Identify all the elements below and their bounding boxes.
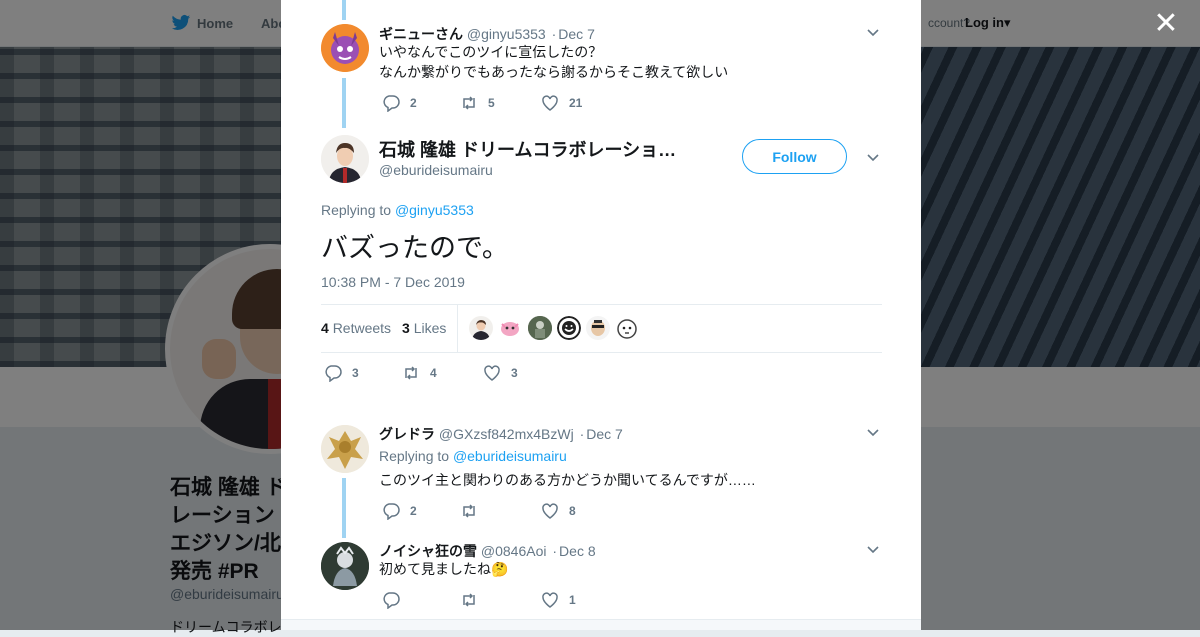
avatar[interactable] <box>321 135 369 183</box>
like-count: 21 <box>569 96 583 110</box>
retweet-count: 4 <box>430 366 437 380</box>
tweet-stats: 4 Retweets 3 Likes <box>321 304 882 353</box>
retweets-stat-label: Retweets <box>332 320 392 336</box>
reply-icon <box>383 503 400 520</box>
main-tweet-author-handle[interactable]: @eburideisumairu <box>379 162 493 178</box>
chevron-down-icon[interactable] <box>866 543 880 557</box>
tweet-text-line: なんか繋がりでもあったなら謝るからそこ教えて欲しい <box>379 64 729 80</box>
tweet-text: 初めて見ましたね🤔 <box>379 561 509 577</box>
like-icon <box>542 503 558 519</box>
like-button[interactable]: 8 <box>541 502 576 520</box>
likes-stat-count: 3 <box>402 320 410 336</box>
thread-line <box>342 78 346 128</box>
avatar[interactable] <box>321 425 369 473</box>
retweet-icon <box>463 504 475 518</box>
author-name: ギニューさん <box>379 26 463 42</box>
chevron-down-icon[interactable] <box>866 426 880 440</box>
like-button[interactable]: 21 <box>541 94 582 112</box>
retweet-count: 5 <box>488 96 495 110</box>
retweet-icon <box>405 366 417 380</box>
chevron-down-icon[interactable] <box>866 151 880 165</box>
reply-count: 2 <box>410 504 417 518</box>
author-handle: @GXzsf842mx4BzWj <box>438 426 574 442</box>
tweet-text-line: いやなんでこのツイに宣伝したの？ <box>379 44 603 60</box>
reply-button[interactable]: 2 <box>382 94 417 112</box>
reply-button[interactable] <box>382 591 410 609</box>
retweet-button[interactable] <box>460 502 488 520</box>
thread-line <box>342 478 346 538</box>
tweet-author[interactable]: グレドラ @GXzsf842mx4BzWj · Dec 7 <box>379 424 623 444</box>
retweet-button[interactable]: 4 <box>402 364 437 382</box>
modal-footer-strip <box>281 619 921 630</box>
retweet-icon <box>463 593 475 607</box>
tweet-date[interactable]: Dec 7 <box>586 426 623 442</box>
tweet-text: このツイ主と関わりのある方かどうか聞いてるんですが…… <box>379 472 756 488</box>
liker-avatar[interactable] <box>557 316 581 340</box>
like-icon <box>484 365 500 381</box>
reply-count: 3 <box>352 366 359 380</box>
close-icon[interactable]: ✕ <box>1153 9 1179 39</box>
liker-avatar[interactable] <box>615 316 639 340</box>
author-handle: @ginyu5353 <box>466 26 546 42</box>
replying-to-link[interactable]: @eburideisumairu <box>453 448 567 464</box>
replying-to: Replying to @eburideisumairu <box>379 446 567 466</box>
liker-avatar[interactable] <box>469 316 493 340</box>
like-count: 8 <box>569 504 576 518</box>
stats-divider <box>457 305 458 352</box>
thread-line <box>342 0 346 20</box>
chevron-down-icon[interactable] <box>866 26 880 40</box>
tweet-date[interactable]: Dec 8 <box>559 543 596 559</box>
replying-to-prefix: Replying to <box>379 448 453 464</box>
avatar[interactable] <box>321 542 369 590</box>
liker-avatar[interactable] <box>498 316 522 340</box>
reply-button[interactable]: 3 <box>324 364 359 382</box>
main-tweet-author-name[interactable]: 石城 隆雄 ドリームコラボレーショ… <box>379 136 676 162</box>
avatar[interactable] <box>321 24 369 72</box>
retweet-button[interactable] <box>460 591 488 609</box>
replying-to-link[interactable]: @ginyu5353 <box>395 202 474 218</box>
like-count: 1 <box>569 593 576 607</box>
replying-to-prefix: Replying to <box>321 202 395 218</box>
retweets-stat[interactable]: 4 Retweets <box>321 320 391 336</box>
liker-avatar[interactable] <box>586 316 610 340</box>
likes-stat[interactable]: 3 Likes <box>402 320 446 336</box>
reply-button[interactable]: 2 <box>382 502 417 520</box>
like-button[interactable]: 1 <box>541 591 576 609</box>
like-count: 3 <box>511 366 518 380</box>
tweet-author[interactable]: ノイシャ狂の雪 @0846Aoi · Dec 8 <box>379 541 596 561</box>
author-handle: @0846Aoi <box>480 543 547 559</box>
like-icon <box>542 95 558 111</box>
likes-stat-label: Likes <box>413 320 447 336</box>
reply-icon <box>383 95 400 112</box>
like-icon <box>542 592 558 608</box>
tweet-modal: ギニューさん @ginyu5353 · Dec 7 いやなんでこのツイに宣伝したの… <box>281 0 921 630</box>
retweet-button[interactable]: 5 <box>460 94 495 112</box>
retweet-icon <box>463 96 475 110</box>
reply-count: 2 <box>410 96 417 110</box>
retweets-stat-count: 4 <box>321 320 329 336</box>
like-button[interactable]: 3 <box>483 364 518 382</box>
main-tweet-text: バズったので。 <box>321 233 509 263</box>
reply-icon <box>325 365 342 382</box>
tweet-author[interactable]: ギニューさん @ginyu5353 · Dec 7 <box>379 24 595 44</box>
liker-avatar[interactable] <box>528 316 552 340</box>
reply-icon <box>383 592 400 609</box>
main-tweet-timestamp[interactable]: 10:38 PM - 7 Dec 2019 <box>321 274 465 290</box>
tweet-date[interactable]: Dec 7 <box>558 26 595 42</box>
follow-button[interactable]: Follow <box>742 139 847 174</box>
replying-to: Replying to @ginyu5353 <box>321 202 474 218</box>
author-name: グレドラ <box>379 426 435 442</box>
author-name: ノイシャ狂の雪 <box>379 543 477 559</box>
